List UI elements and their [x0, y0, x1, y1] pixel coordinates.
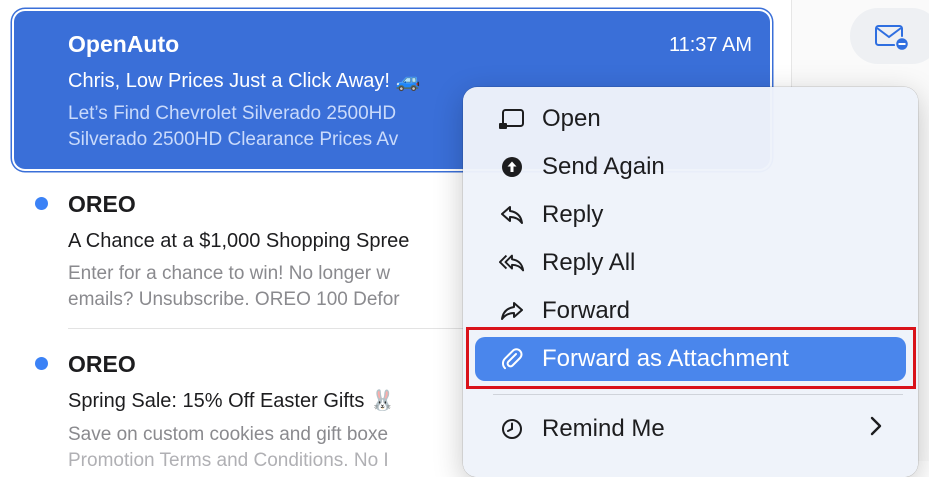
unread-dot-icon: [35, 197, 48, 210]
message-subject: Spring Sale: 15% Off Easter Gifts 🐰: [68, 390, 395, 412]
menu-item-open[interactable]: Open: [475, 97, 906, 141]
menu-item-label: Reply: [542, 201, 604, 228]
message-subject: Chris, Low Prices Just a Click Away! 🚙: [68, 70, 421, 92]
message-preview-line2: Promotion Terms and Conditions. No I: [68, 450, 389, 471]
menu-item-remind-me[interactable]: Remind Me: [475, 407, 906, 451]
clock-icon: [499, 416, 525, 442]
menu-item-label: Send Again: [542, 153, 665, 180]
reply-icon: [499, 202, 525, 228]
forward-icon: [499, 298, 525, 324]
chevron-right-icon: [870, 416, 882, 442]
reply-all-icon: [499, 250, 525, 276]
menu-item-label: Forward: [542, 297, 631, 324]
open-window-icon: [499, 106, 525, 132]
menu-item-label: Open: [542, 105, 601, 132]
context-menu: Open Send Again Reply Reply All Forward …: [463, 87, 918, 477]
menu-item-send-again[interactable]: Send Again: [475, 145, 906, 189]
annotation-highlight-box: [466, 327, 916, 389]
menu-item-label: Remind Me: [542, 415, 665, 442]
envelope-minus-icon: [875, 25, 910, 52]
unread-dot-icon: [35, 357, 48, 370]
message-preview-line1: Let’s Find Chevrolet Silverado 2500HD: [68, 103, 397, 124]
message-preview-line2: Silverado 2500HD Clearance Prices Av: [68, 129, 399, 150]
menu-item-label: Reply All: [542, 249, 636, 276]
arrow-up-circle-icon: [499, 154, 525, 180]
message-sender: OREO: [68, 351, 136, 377]
menu-separator: [493, 394, 903, 395]
message-sender: OREO: [68, 191, 136, 217]
menu-item-reply-all[interactable]: Reply All: [475, 241, 906, 285]
menu-item-reply[interactable]: Reply: [475, 193, 906, 237]
message-preview-line1: Save on custom cookies and gift boxe: [68, 424, 389, 445]
message-subject: A Chance at a $1,000 Shopping Spree: [68, 230, 410, 252]
message-preview-line1: Enter for a chance to win! No longer w: [68, 263, 391, 284]
message-time: 11:37 AM: [668, 34, 752, 56]
mail-action-button[interactable]: [850, 8, 929, 64]
message-sender: OpenAuto: [68, 31, 180, 57]
message-preview-line2: emails? Unsubscribe. OREO 100 Defor: [68, 289, 400, 310]
